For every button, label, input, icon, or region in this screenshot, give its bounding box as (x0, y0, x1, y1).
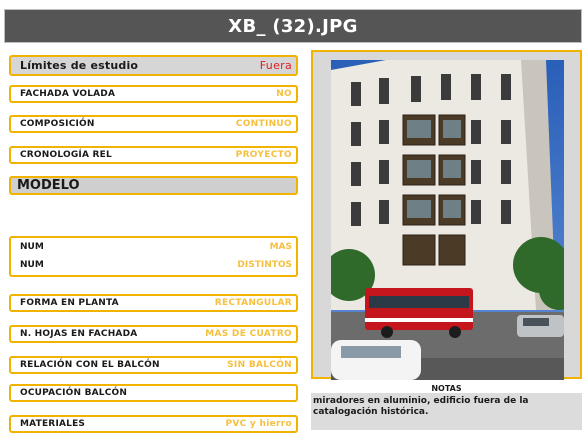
field-limites-estudio[interactable]: Límites de estudio Fuera (9, 55, 298, 76)
section-header-modelo: MODELO (9, 176, 298, 195)
field-cronologia-rel[interactable]: CRONOLOGÍA REL PROYECTO (9, 146, 298, 164)
field-num-distintos[interactable]: NUM DISTINTOS (11, 256, 296, 274)
field-value: NO (276, 89, 292, 99)
field-value: PROYECTO (235, 150, 292, 160)
field-label: OCUPACIÓN BALCÓN (20, 388, 128, 398)
field-composicion[interactable]: COMPOSICIÓN CONTINUO (9, 115, 298, 133)
field-label: NUM (20, 260, 44, 270)
field-forma-en-planta[interactable]: FORMA EN PLANTA RECTANGULAR (9, 294, 298, 312)
field-label: FACHADA VOLADA (20, 89, 116, 99)
section-label: MODELO (17, 178, 80, 193)
title-bar: XB_ (32).JPG (4, 9, 582, 43)
field-value: Fuera (259, 59, 292, 72)
notes-box: miradores en aluminio, edificio fuera de… (311, 393, 582, 430)
field-n-hojas-en-fachada[interactable]: N. HOJAS EN FACHADA MAS DE CUATRO (9, 325, 298, 343)
field-value: CONTINUO (235, 119, 292, 129)
field-label: COMPOSICIÓN (20, 119, 95, 129)
page-title: XB_ (32).JPG (228, 15, 358, 37)
field-label: NUM (20, 242, 44, 252)
field-value: RECTANGULAR (214, 298, 292, 308)
field-label: RELACIÓN CON EL BALCÓN (20, 360, 160, 370)
field-relacion-con-balcon[interactable]: RELACIÓN CON EL BALCÓN SIN BALCÓN (9, 356, 298, 374)
field-label: N. HOJAS EN FACHADA (20, 329, 138, 339)
field-value: DISTINTOS (237, 260, 292, 270)
field-value: MAS (269, 242, 292, 252)
field-value: SIN BALCÓN (227, 360, 292, 370)
field-ocupacion-balcon[interactable]: OCUPACIÓN BALCÓN (9, 384, 298, 402)
building-photo (331, 60, 564, 380)
field-fachada-volada[interactable]: FACHADA VOLADA NO (9, 85, 298, 103)
field-value: MAS DE CUATRO (205, 329, 292, 339)
num-group: NUM MAS NUM DISTINTOS (9, 236, 298, 277)
notes-line: catalogación histórica. (313, 407, 429, 417)
field-num-mas[interactable]: NUM MAS (11, 238, 296, 256)
photo-frame (311, 50, 582, 380)
notes-line: miradores en aluminio, edificio fuera de… (313, 396, 529, 406)
field-label: MATERIALES (20, 419, 86, 429)
field-materiales[interactable]: MATERIALES PVC y hierro (9, 415, 298, 433)
field-label: FORMA EN PLANTA (20, 298, 119, 308)
notes-title: NOTAS (431, 384, 462, 393)
field-label: CRONOLOGÍA REL (20, 150, 112, 160)
field-value: PVC y hierro (225, 419, 292, 429)
field-label: Límites de estudio (20, 59, 139, 72)
